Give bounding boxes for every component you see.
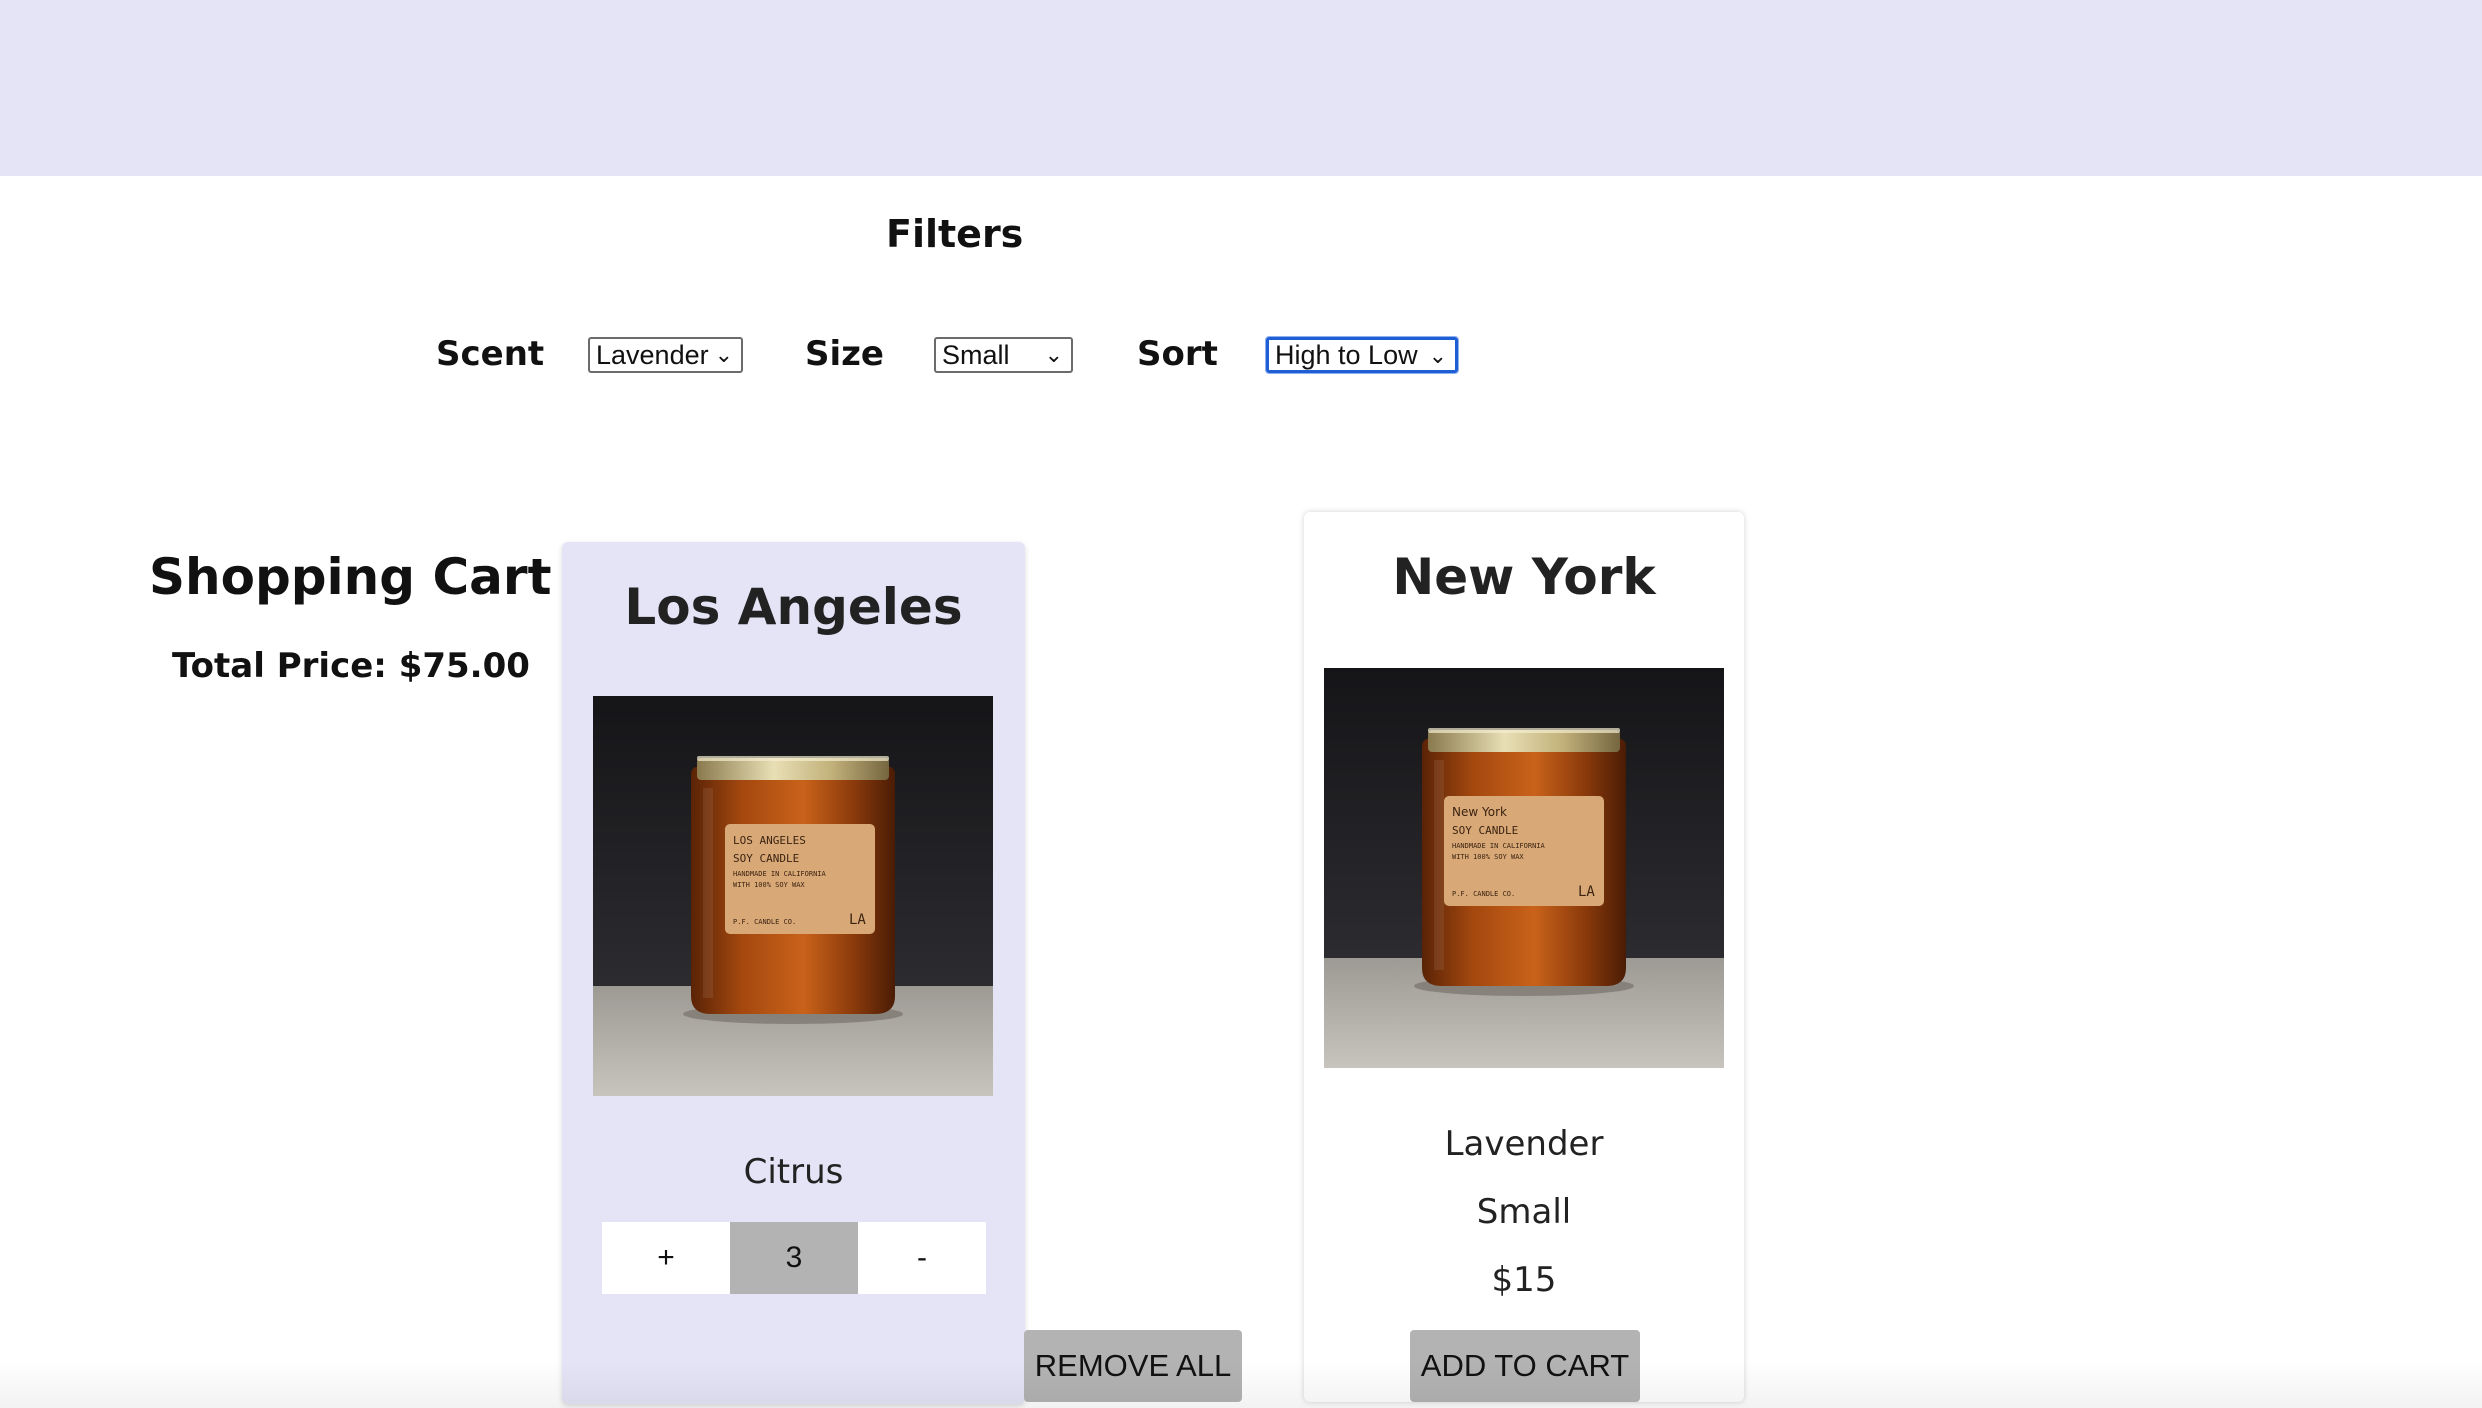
candle-image: New York SOY CANDLE HANDMADE IN CALIFORN… bbox=[1324, 668, 1724, 1068]
filters-heading: Filters bbox=[886, 212, 1024, 256]
candle-jar-illustration: LOS ANGELES SOY CANDLE HANDMADE IN CALIF… bbox=[593, 696, 993, 1096]
cart-total-price: Total Price: $75.00 bbox=[172, 646, 530, 686]
scent-label: Scent bbox=[436, 334, 545, 374]
sort-select-value: High to Low bbox=[1275, 339, 1418, 370]
remove-all-button[interactable]: REMOVE ALL bbox=[1024, 1330, 1242, 1402]
chevron-down-icon: ⌄ bbox=[714, 342, 733, 367]
add-to-cart-button[interactable]: ADD TO CART bbox=[1410, 1330, 1640, 1402]
svg-text:SOY CANDLE: SOY CANDLE bbox=[733, 852, 799, 865]
product-name: New York bbox=[1392, 548, 1656, 606]
scent-select[interactable]: Lavender ⌄ bbox=[588, 337, 743, 373]
shopping-cart-heading: Shopping Cart bbox=[149, 548, 552, 606]
size-select-value: Small bbox=[942, 339, 1010, 370]
svg-text:P.F. CANDLE CO.: P.F. CANDLE CO. bbox=[1452, 890, 1515, 898]
svg-text:LA: LA bbox=[1578, 884, 1595, 900]
size-select[interactable]: Small ⌄ bbox=[934, 337, 1073, 373]
product-price: $15 bbox=[1491, 1260, 1557, 1300]
svg-text:HANDMADE IN CALIFORNIA: HANDMADE IN CALIFORNIA bbox=[733, 870, 827, 878]
size-label: Size bbox=[805, 334, 884, 374]
cart-item-scent: Citrus bbox=[743, 1152, 844, 1192]
product-card: New York New York SOY CANDLE HANDMADE IN… bbox=[1304, 512, 1744, 1402]
quantity-decrease-button[interactable]: - bbox=[858, 1222, 986, 1294]
scent-select-value: Lavender bbox=[596, 339, 709, 370]
svg-text:LA: LA bbox=[849, 912, 866, 928]
top-banner bbox=[0, 0, 2482, 176]
chevron-down-icon: ⌄ bbox=[1428, 343, 1447, 368]
candle-jar-illustration: New York SOY CANDLE HANDMADE IN CALIFORN… bbox=[1324, 668, 1724, 1068]
sort-select[interactable]: High to Low ⌄ bbox=[1265, 336, 1459, 374]
svg-text:New York: New York bbox=[1452, 805, 1507, 819]
product-size: Small bbox=[1476, 1192, 1572, 1232]
svg-text:SOY CANDLE: SOY CANDLE bbox=[1452, 824, 1518, 837]
sort-label: Sort bbox=[1137, 334, 1218, 374]
svg-text:WITH 100% SOY WAX: WITH 100% SOY WAX bbox=[1452, 853, 1524, 861]
svg-text:HANDMADE IN CALIFORNIA: HANDMADE IN CALIFORNIA bbox=[1452, 842, 1546, 850]
quantity-increase-button[interactable]: + bbox=[602, 1222, 730, 1294]
svg-text:LOS ANGELES: LOS ANGELES bbox=[733, 834, 806, 847]
product-scent: Lavender bbox=[1444, 1124, 1604, 1164]
svg-text:WITH 100% SOY WAX: WITH 100% SOY WAX bbox=[733, 881, 805, 889]
svg-text:P.F. CANDLE CO.: P.F. CANDLE CO. bbox=[733, 918, 796, 926]
chevron-down-icon: ⌄ bbox=[1044, 342, 1063, 367]
cart-item-name: Los Angeles bbox=[624, 578, 963, 636]
candle-image: LOS ANGELES SOY CANDLE HANDMADE IN CALIF… bbox=[593, 696, 993, 1096]
quantity-value: 3 bbox=[730, 1222, 858, 1294]
